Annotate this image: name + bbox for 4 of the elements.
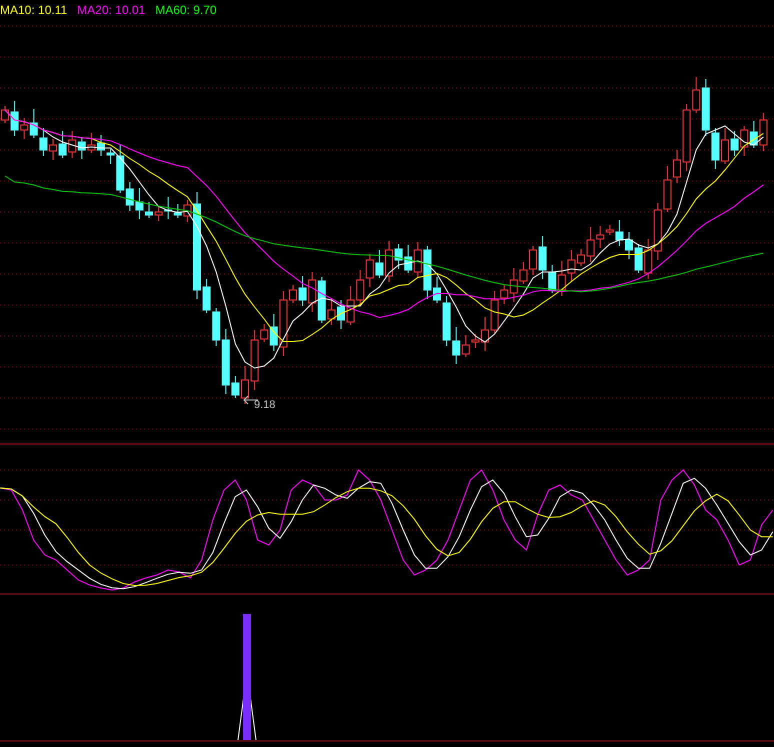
moving-average-label: MA60: 9.70: [155, 3, 217, 17]
moving-average-label: MA20: 10.01: [77, 3, 146, 17]
low-price-label: 9.18: [254, 399, 276, 412]
moving-average-label: MA10: 10.11: [0, 3, 68, 17]
